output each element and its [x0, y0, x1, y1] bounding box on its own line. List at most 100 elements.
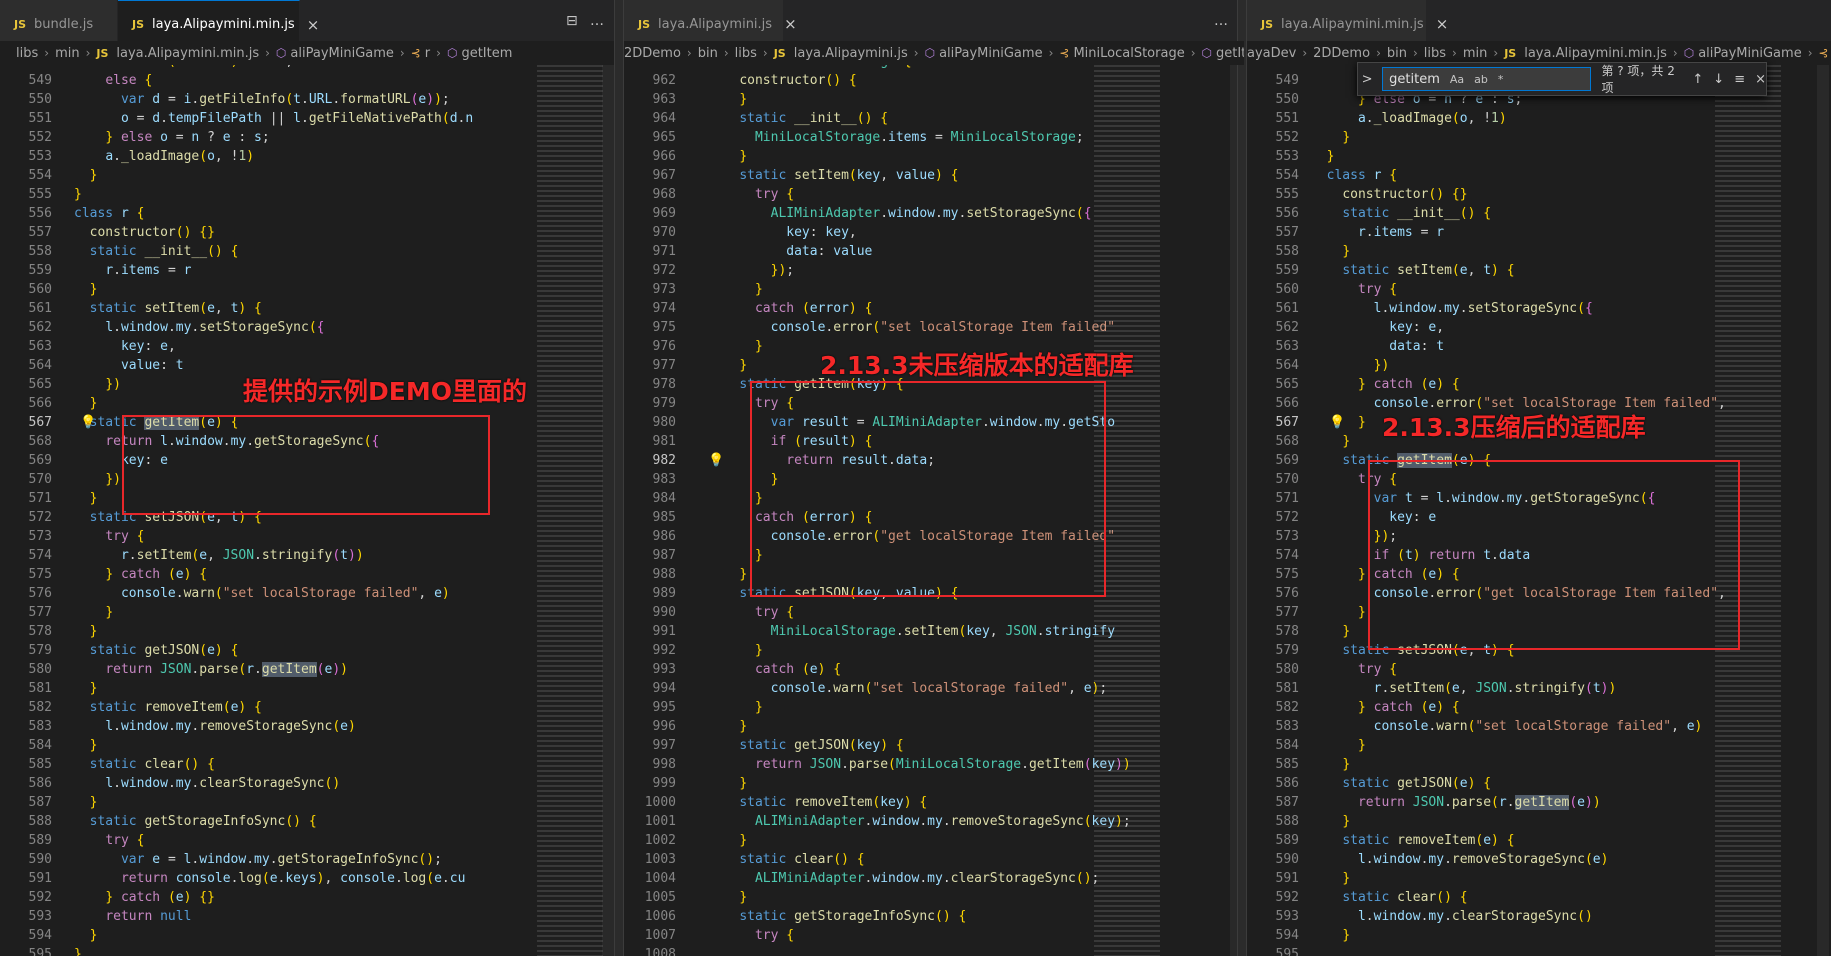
breadcrumb-item[interactable]: ayaDev [1247, 46, 1296, 61]
line-number: 551 [1275, 111, 1299, 126]
code-line: 592 } catch (e) {} [0, 888, 614, 907]
line-number: 568 [28, 434, 52, 449]
breadcrumb-item[interactable]: ⊰ MiniLocalStorage [1059, 46, 1184, 61]
line-number: 571 [28, 491, 52, 506]
breadcrumb-item[interactable]: min [55, 46, 80, 61]
breadcrumb-item[interactable]: libs [16, 46, 38, 61]
line-number: 987 [652, 548, 676, 563]
breadcrumb-item[interactable]: ⬡ aliPayMiniGame [276, 46, 394, 61]
line-number: 565 [28, 377, 52, 392]
line-number: 988 [652, 567, 676, 582]
code-line: 578 } [0, 622, 614, 641]
breadcrumb-item[interactable]: ⬡ aliPayMiniGame [1684, 46, 1802, 61]
code-text: return JSON.parse(r.getItem(e)) [105, 662, 348, 677]
code-text: }); [770, 263, 795, 278]
chevron-right-icon: › [723, 46, 729, 60]
breadcrumb-label: libs [734, 45, 757, 61]
minimap[interactable] [537, 60, 603, 956]
chevron-right-icon: › [1302, 46, 1308, 60]
line-number: 556 [1275, 206, 1299, 221]
match-case-icon[interactable]: Aa [1450, 73, 1464, 86]
chevron-right-icon: › [1807, 46, 1813, 60]
previous-match-icon[interactable]: ↑ [1692, 72, 1703, 87]
lightbulb-icon[interactable]: 💡 [80, 413, 96, 432]
line-number: 983 [652, 472, 676, 487]
code-text: } [1357, 605, 1366, 620]
breadcrumb-item[interactable]: ⬡getItem [447, 46, 512, 61]
code-text: key: key, [786, 225, 857, 240]
code-text: } [1357, 738, 1366, 753]
more-actions-icon[interactable]: … [1214, 13, 1228, 29]
find-in-selection-icon[interactable]: ≡ [1734, 72, 1745, 87]
tab-label: laya.Alipaymini.js [658, 16, 773, 32]
code-text: } [105, 605, 114, 620]
code-text: } [89, 795, 98, 810]
find-input[interactable]: getitem Aa ab * [1382, 67, 1592, 91]
line-number: 985 [652, 510, 676, 525]
match-word-icon[interactable]: ab [1474, 73, 1488, 86]
breadcrumb-item[interactable]: ⊰r [411, 46, 430, 61]
code-text: constructor() {} [1342, 187, 1468, 202]
find-toggle-replace-icon[interactable]: > [1358, 72, 1376, 87]
code-line: 555} [0, 185, 614, 204]
code-text: data: value [786, 244, 873, 259]
code-text: return null [105, 909, 192, 924]
line-number: 970 [652, 225, 676, 240]
line-number: 592 [28, 890, 52, 905]
line-number: 969 [652, 206, 676, 221]
breadcrumb-label: libs [1423, 45, 1447, 61]
line-number: 594 [1275, 928, 1299, 943]
line-number: 587 [28, 795, 52, 810]
line-number: 559 [28, 263, 52, 278]
code-text: data: t [1389, 339, 1445, 354]
breadcrumb-item[interactable]: 2DDemo [624, 46, 681, 61]
more-actions-icon[interactable]: … [590, 13, 604, 29]
breadcrumb-item[interactable]: min [1463, 46, 1488, 61]
code-text: static clear() { [739, 852, 865, 867]
lightbulb-icon[interactable]: 💡 [708, 451, 724, 470]
regex-icon[interactable]: * [1498, 73, 1504, 86]
line-number: 554 [1275, 168, 1299, 183]
breadcrumb-item[interactable]: JS laya.Alipaymini.min.js [1504, 46, 1667, 61]
breadcrumb-item[interactable]: 2DDemo [1313, 46, 1370, 61]
breadcrumb-item[interactable]: JS laya.Alipaymini.js [774, 46, 908, 61]
vertical-scrollbar[interactable] [1817, 60, 1829, 956]
line-number: 575 [1275, 567, 1299, 582]
code-text: } [1342, 757, 1351, 772]
breadcrumb-item[interactable]: ⬡ aliPayMiniGame [925, 46, 1043, 61]
breadcrumb-item[interactable]: bin [1387, 46, 1407, 61]
split-editor-icon[interactable]: ⊟ [566, 13, 578, 29]
close-icon[interactable]: × [1436, 15, 1449, 33]
line-number: 1000 [644, 795, 676, 810]
breadcrumb-label: 2DDemo [624, 45, 681, 61]
line-number: 999 [652, 776, 676, 791]
code-line: 576 console.warn("set localStorage faile… [0, 584, 614, 603]
line-number: 574 [28, 548, 52, 563]
line-number: 579 [1275, 643, 1299, 658]
pane-divider[interactable] [614, 0, 624, 956]
breadcrumb-label: r [424, 45, 431, 61]
line-number: 559 [1275, 263, 1299, 278]
lightbulb-icon[interactable]: 💡 [1329, 413, 1345, 432]
breadcrumb-item[interactable]: ⊰r [1819, 46, 1831, 61]
pane-divider[interactable] [1237, 0, 1247, 956]
line-number: 981 [652, 434, 676, 449]
line-number: 555 [28, 187, 52, 202]
line-number: 561 [1275, 301, 1299, 316]
line-number: 568 [1275, 434, 1299, 449]
line-number: 589 [28, 833, 52, 848]
vertical-scrollbar[interactable] [602, 60, 614, 956]
breadcrumb-label: bin [697, 45, 718, 61]
code-text: ALIMiniAdapter.window.my.removeStorageSy… [754, 814, 1131, 829]
close-icon[interactable]: × [307, 16, 320, 34]
breadcrumb-item[interactable]: libs [1424, 46, 1446, 61]
line-number: 566 [1275, 396, 1299, 411]
close-icon[interactable]: × [784, 15, 797, 33]
breadcrumb-item[interactable]: ⬡getItem [1202, 46, 1244, 61]
breadcrumb-item[interactable]: JS laya.Alipaymini.min.js [96, 46, 259, 61]
breadcrumb-item[interactable]: bin [698, 46, 718, 61]
code-text: console.warn("set localStorage failed", … [770, 681, 1108, 696]
next-match-icon[interactable]: ↓ [1713, 72, 1724, 87]
close-icon[interactable]: × [1755, 72, 1766, 87]
breadcrumb-item[interactable]: libs [735, 46, 757, 61]
